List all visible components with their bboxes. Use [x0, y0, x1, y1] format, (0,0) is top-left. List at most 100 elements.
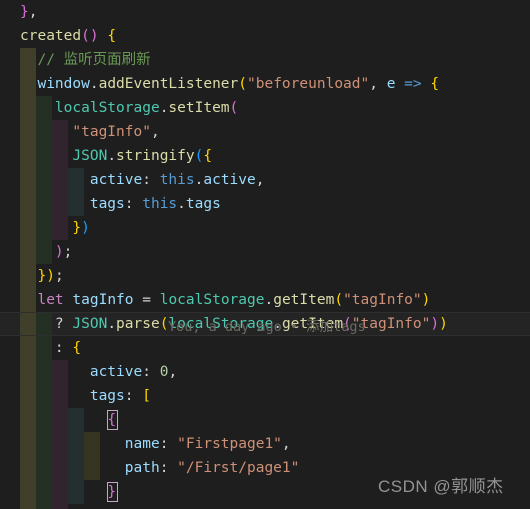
code-line-text: created() {: [20, 24, 116, 48]
code-token: ): [81, 220, 90, 236]
code-line[interactable]: name: "Firstpage1",: [0, 432, 530, 456]
code-line-text: : {: [20, 336, 81, 360]
code-token: ,: [281, 436, 291, 452]
code-token: tags: [185, 196, 221, 212]
code-line[interactable]: tags: [: [0, 384, 530, 408]
code-editor[interactable]: }, created() { // 监听页面刷新 window.addEventL…: [0, 0, 530, 509]
code-token: path: [124, 460, 160, 476]
git-blame-annotation[interactable]: You, a day ago • 添加tags: [168, 315, 366, 339]
code-line[interactable]: },: [0, 0, 530, 24]
code-token: (: [238, 76, 248, 92]
code-token: }: [20, 4, 29, 20]
code-token: ): [439, 316, 448, 332]
code-token: tags: [89, 388, 125, 404]
code-token: active: [89, 172, 143, 188]
code-line[interactable]: JSON.stringify({: [0, 144, 530, 168]
code-token: [: [142, 388, 151, 404]
code-token: .: [177, 196, 186, 212]
code-token: :: [159, 460, 178, 476]
code-token: stringify: [116, 148, 195, 164]
code-line-text: tags: this.tags: [20, 192, 221, 216]
code-token: }: [37, 268, 47, 284]
code-token: .: [89, 76, 99, 92]
code-line-text: localStorage.setItem(: [20, 96, 238, 120]
code-token: ,: [168, 364, 178, 380]
code-token: getItem: [273, 292, 335, 308]
code-token: .: [107, 316, 117, 332]
code-token: =>: [404, 76, 422, 92]
code-token: :: [142, 172, 160, 188]
code-token: parse: [116, 316, 160, 332]
code-line[interactable]: "tagInfo",: [0, 120, 530, 144]
code-token: ,: [255, 172, 265, 188]
code-token: active: [89, 364, 143, 380]
code-line-text: ]: [20, 504, 99, 509]
code-token: let: [37, 292, 64, 308]
code-line-text: window.addEventListener("beforeunload", …: [20, 72, 439, 96]
code-line[interactable]: {: [0, 408, 530, 432]
code-token: tagInfo: [72, 292, 134, 308]
bracket-match-close: [107, 482, 118, 502]
csdn-watermark: CSDN @郭顺杰: [378, 477, 504, 496]
code-line[interactable]: localStorage.setItem(: [0, 96, 530, 120]
code-token: "tagInfo": [343, 292, 422, 308]
code-token: :: [124, 388, 143, 404]
code-line-text: {: [20, 408, 116, 432]
code-token: localStorage: [54, 100, 160, 116]
code-token: // 监听页面刷新: [37, 52, 151, 68]
code-line[interactable]: // 监听页面刷新: [0, 48, 530, 72]
code-token: setItem: [168, 100, 230, 116]
code-line[interactable]: created() {: [0, 24, 530, 48]
code-token: this: [142, 196, 178, 212]
code-token: "/First/page1": [177, 460, 300, 476]
code-line[interactable]: });: [0, 264, 530, 288]
code-token: JSON: [72, 316, 108, 332]
code-token: "Firstpage1": [177, 436, 282, 452]
code-line[interactable]: active: this.active,: [0, 168, 530, 192]
code-line-text: name: "Firstpage1",: [20, 432, 291, 456]
code-line-text: active: this.active,: [20, 168, 265, 192]
code-line[interactable]: ]: [0, 504, 530, 509]
code-token: "tagInfo": [72, 124, 151, 140]
code-line-text: }: [20, 480, 116, 504]
code-token: name: [124, 436, 160, 452]
code-token: :: [54, 340, 73, 356]
editor-code-area[interactable]: }, created() { // 监听页面刷新 window.addEventL…: [0, 0, 530, 509]
code-token: addEventListener: [98, 76, 239, 92]
code-token: ;: [54, 268, 64, 284]
code-token: {: [72, 340, 82, 356]
code-line[interactable]: }): [0, 216, 530, 240]
code-line[interactable]: let tagInfo = localStorage.getItem("tagI…: [0, 288, 530, 312]
code-token: {: [107, 28, 117, 44]
code-token: ,: [369, 76, 387, 92]
code-line[interactable]: tags: this.tags: [0, 192, 530, 216]
code-token: ,: [150, 124, 160, 140]
code-line[interactable]: : {: [0, 336, 530, 360]
code-line-text: }): [20, 216, 90, 240]
code-line[interactable]: window.addEventListener("beforeunload", …: [0, 72, 530, 96]
code-token: tags: [89, 196, 125, 212]
code-token: .: [264, 292, 274, 308]
code-token: {: [203, 148, 213, 164]
code-line[interactable]: active: 0,: [0, 360, 530, 384]
code-line-text: JSON.stringify({: [20, 144, 212, 168]
code-line[interactable]: );: [0, 240, 530, 264]
code-token: "beforeunload": [247, 76, 370, 92]
code-token: this: [159, 172, 195, 188]
code-token: ): [46, 268, 55, 284]
code-token: ): [54, 244, 64, 260]
